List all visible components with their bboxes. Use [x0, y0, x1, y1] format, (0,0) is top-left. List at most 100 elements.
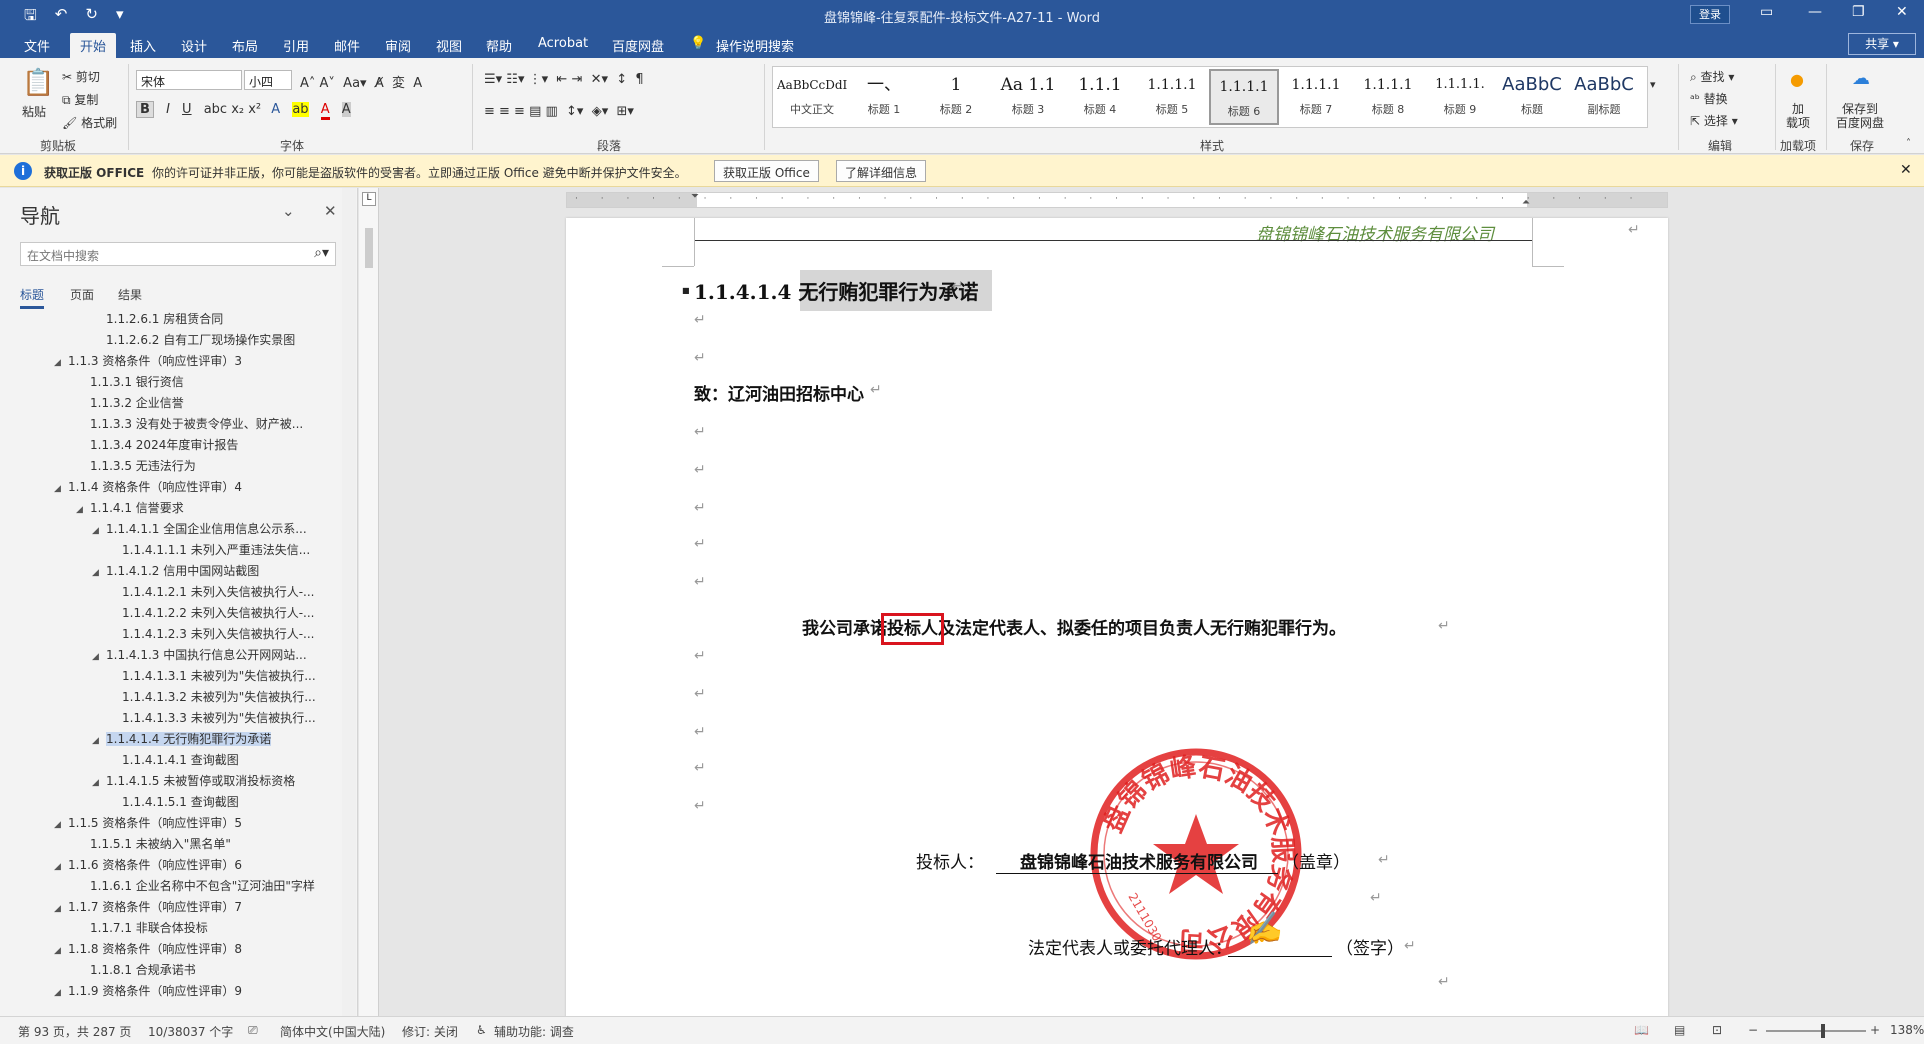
italic-button[interactable]: I: [166, 102, 170, 117]
nav-heading-item[interactable]: 1.1.4.1.5.1 查询截图: [0, 793, 330, 814]
nav-heading-item[interactable]: 1.1.4.1.1.1 未列入严重违法失信...: [0, 541, 330, 562]
style-item[interactable]: Aa 1.1 标题 3: [993, 69, 1063, 125]
char-shading-icon[interactable]: A: [341, 102, 351, 117]
nav-heading-item[interactable]: 1.1.4.1.4.1 查询截图: [0, 751, 330, 772]
expand-triangle-icon[interactable]: ◢: [54, 862, 68, 872]
print-layout-icon[interactable]: ▤: [1674, 1023, 1685, 1037]
document-page[interactable]: 盘锦锦峰石油技术服务有限公司 ↵ ■ 1.1.4.1.4 无行贿犯罪行为承诺 ↵…: [566, 218, 1668, 1016]
bold-button[interactable]: B: [136, 101, 154, 118]
save-to-baidu-button[interactable]: 保存到 百度网盘: [1836, 102, 1884, 130]
tab-home[interactable]: 开始: [70, 33, 117, 58]
style-item[interactable]: 1.1.1 标题 4: [1065, 69, 1135, 125]
nav-heading-item[interactable]: ◢ 1.1.4.1.3 中国执行信息公开网网站...: [0, 646, 330, 667]
nav-heading-item[interactable]: ◢ 1.1.4.1.1 全国企业信用信息公示系...: [0, 520, 330, 541]
expand-triangle-icon[interactable]: ◢: [92, 652, 106, 662]
tab-acrobat[interactable]: Acrobat: [538, 36, 588, 51]
nav-tab-results[interactable]: 结果: [118, 286, 142, 303]
highlight-color-icon[interactable]: ab: [292, 102, 309, 117]
style-item[interactable]: 一、 标题 1: [849, 69, 919, 125]
nav-heading-item[interactable]: 1.1.4.1.2.3 未列入失信被执行人-...: [0, 625, 330, 646]
nav-heading-item[interactable]: 1.1.4.1.3.1 未被列为"失信被执行...: [0, 667, 330, 688]
style-item[interactable]: 1.1.1.1 标题 5: [1137, 69, 1207, 125]
tab-layout[interactable]: 布局: [232, 36, 258, 55]
nav-heading-item[interactable]: 1.1.3.2 企业信誉: [0, 394, 330, 415]
cut-button[interactable]: ✂ 剪切: [62, 68, 100, 85]
nav-heading-item[interactable]: 1.1.4.1.2.1 未列入失信被执行人-...: [0, 583, 330, 604]
read-mode-icon[interactable]: 📖: [1634, 1023, 1649, 1037]
close-icon[interactable]: ✕: [1900, 162, 1912, 178]
nav-heading-item[interactable]: 1.1.4.1.3.2 未被列为"失信被执行...: [0, 688, 330, 709]
close-icon[interactable]: ✕: [324, 202, 337, 220]
nav-heading-item[interactable]: 1.1.3.1 银行资信: [0, 373, 330, 394]
tab-references[interactable]: 引用: [283, 36, 309, 55]
nav-heading-item[interactable]: ◢ 1.1.7 资格条件（响应性评审）7: [0, 898, 330, 919]
nav-heading-item-selected[interactable]: ◢ 1.1.4.1.4 无行贿犯罪行为承诺: [0, 730, 330, 751]
copy-button[interactable]: ⧉ 复制: [62, 91, 98, 108]
restore-icon[interactable]: ❐: [1852, 4, 1865, 20]
style-item[interactable]: 1.1.1.1. 标题 9: [1425, 69, 1495, 125]
style-item[interactable]: AaBbC 副标题: [1569, 69, 1639, 125]
accessibility-icon[interactable]: ♿: [476, 1023, 487, 1037]
chevron-down-icon[interactable]: ⌄: [282, 202, 295, 220]
expand-triangle-icon[interactable]: ◢: [92, 526, 106, 536]
paste-icon[interactable]: 📋: [22, 68, 54, 98]
expand-triangle-icon[interactable]: ◢: [92, 736, 106, 746]
nav-heading-item[interactable]: 1.1.3.5 无违法行为: [0, 457, 330, 478]
word-count[interactable]: 10/38037 个字: [148, 1023, 233, 1040]
font-size-box[interactable]: 小四: [244, 70, 292, 90]
nav-heading-item[interactable]: ◢ 1.1.6 资格条件（响应性评审）6: [0, 856, 330, 877]
nav-search-input[interactable]: 在文档中搜索 ⌕▾: [20, 242, 336, 266]
font-format-row[interactable]: B I U abc x₂ x² A ab A A: [136, 101, 351, 120]
tab-design[interactable]: 设计: [181, 36, 207, 55]
style-item[interactable]: 1.1.1.1 标题 8: [1353, 69, 1423, 125]
tab-insert[interactable]: 插入: [130, 36, 156, 55]
language-status[interactable]: 简体中文(中国大陆): [280, 1023, 385, 1040]
expand-triangle-icon[interactable]: ◢: [54, 820, 68, 830]
styles-more-icon[interactable]: ▾: [1650, 78, 1656, 91]
tab-file[interactable]: 文件: [24, 36, 50, 55]
list-buttons[interactable]: ☰▾ ☷▾ ⋮▾ ⇤ ⇥ ✕▾ ↕ ¶: [484, 72, 644, 87]
nav-heading-item[interactable]: 1.1.2.6.1 房租赁合同: [0, 310, 330, 331]
text-effects-icon[interactable]: A: [271, 102, 280, 117]
expand-triangle-icon[interactable]: ◢: [54, 484, 68, 494]
right-indent-marker-icon[interactable]: ⏶: [1522, 197, 1530, 208]
expand-triangle-icon[interactable]: ◢: [54, 358, 68, 368]
nav-heading-item[interactable]: ◢ 1.1.4.1.5 未被暂停或取消投标资格: [0, 772, 330, 793]
nav-tab-headings[interactable]: 标题: [20, 286, 45, 309]
minimize-icon[interactable]: —: [1808, 4, 1822, 20]
style-item-selected[interactable]: 1.1.1.1 标题 6: [1209, 69, 1279, 125]
addins-button[interactable]: 加 载项: [1786, 102, 1810, 130]
tab-view[interactable]: 视图: [436, 36, 462, 55]
baidu-cloud-icon[interactable]: ☁: [1852, 68, 1870, 89]
addins-icon[interactable]: ●: [1790, 70, 1804, 89]
paste-button[interactable]: 粘贴: [22, 103, 46, 120]
format-painter-button[interactable]: 🖌 格式刷: [62, 114, 117, 131]
style-item[interactable]: 1.1.1.1 标题 7: [1281, 69, 1351, 125]
tell-me-search[interactable]: 操作说明搜索: [716, 36, 794, 55]
nav-heading-item[interactable]: 1.1.2.6.2 自有工厂现场操作实景图: [0, 331, 330, 352]
nav-heading-item[interactable]: 1.1.5.1 未被纳入"黑名单": [0, 835, 330, 856]
login-button[interactable]: 登录: [1690, 5, 1730, 24]
nav-heading-item[interactable]: ◢ 1.1.4 资格条件（响应性评审）4: [0, 478, 330, 499]
expand-triangle-icon[interactable]: ◢: [92, 568, 106, 578]
expand-triangle-icon[interactable]: ◢: [76, 505, 90, 515]
font-color-icon[interactable]: A: [320, 102, 330, 120]
search-icon[interactable]: ⌕▾: [314, 245, 329, 261]
zoom-level[interactable]: 138%: [1890, 1023, 1924, 1037]
nav-heading-item[interactable]: 1.1.7.1 非联合体投标: [0, 919, 330, 940]
nav-heading-item[interactable]: 1.1.3.3 没有处于被责令停业、财产被...: [0, 415, 330, 436]
nav-heading-item[interactable]: 1.1.4.1.2.2 未列入失信被执行人-...: [0, 604, 330, 625]
style-item[interactable]: AaBbCcDdI 中文正文: [777, 69, 847, 125]
underline-button[interactable]: U: [182, 102, 192, 117]
font-size-grow-shrink-icons[interactable]: A˄ A˅ Aa▾ A̸ 変 A: [300, 72, 422, 91]
expand-triangle-icon[interactable]: ◢: [54, 988, 68, 998]
expand-triangle-icon[interactable]: ◢: [92, 778, 106, 788]
accessibility-status[interactable]: 辅助功能: 调查: [494, 1023, 574, 1040]
zoom-slider-thumb[interactable]: [1820, 1024, 1825, 1038]
styles-gallery[interactable]: AaBbCcDdI 中文正文 一、 标题 1 1 标题 2 Aa 1.1 标题 3 1.…: [772, 66, 1648, 128]
page-count[interactable]: 第 93 页，共 287 页: [18, 1023, 131, 1040]
style-item[interactable]: AaBbC 标题: [1497, 69, 1567, 125]
zoom-slider-track[interactable]: [1766, 1030, 1866, 1032]
track-changes-status[interactable]: 修订: 关闭: [402, 1023, 458, 1040]
align-buttons[interactable]: ≡ ≡ ≡ ▤ ▥ ↕▾ ◈▾ ⊞▾: [484, 104, 634, 119]
